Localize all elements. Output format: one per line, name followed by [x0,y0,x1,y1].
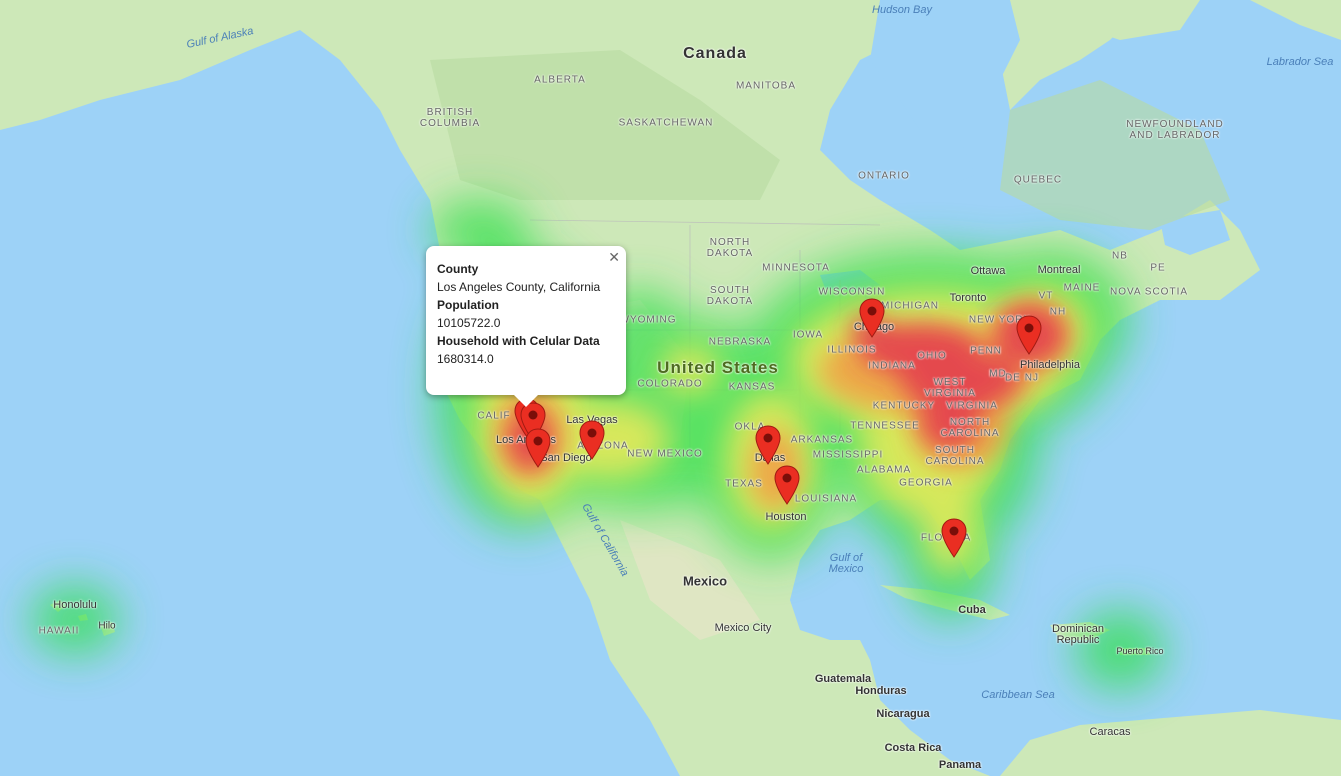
arkansas-label: ARKANSAS [790,434,854,446]
south-dakota-label: SOUTH DAKOTA [706,285,754,307]
cuba-label: Cuba [958,604,986,616]
houston-label: Houston [765,511,807,523]
hudson-bay-label: Hudson Bay [872,4,932,16]
info-window: ✕ County Los Angeles County, California … [426,246,626,407]
michigan-label: MICHIGAN [881,300,939,312]
map-marker-san-diego[interactable] [525,428,551,468]
mexico-label: Mexico [682,573,728,589]
pe-label: PE [1150,262,1166,274]
saskatchewan-label: SASKATCHEWAN [618,117,714,129]
map-marker-philadelphia[interactable] [1016,315,1042,355]
de-nj-label: DE NJ [1005,372,1039,384]
alabama-label: ALABAMA [856,464,912,476]
honolulu-label: Honolulu [53,599,97,611]
vt-label: VT [1038,290,1054,302]
ontario-label: ONTARIO [858,170,910,182]
north-carolina-label: NORTH CAROLINA [940,417,1000,439]
gulf-of-mexico-label: Gulf of Mexico [828,552,864,575]
mexico-city-label: Mexico City [714,622,772,634]
hawaii-label: HAWAII [38,625,80,637]
illinois-label: ILLINOIS [827,344,877,356]
nh-label: NH [1049,306,1067,318]
costa-rica-label: Costa Rica [884,742,942,754]
kentucky-label: KENTUCKY [872,400,936,412]
toronto-label: Toronto [949,292,987,304]
south-carolina-label: SOUTH CAROLINA [925,445,985,467]
panama-label: Panama [938,759,982,771]
map-marker-arizona[interactable] [579,420,605,460]
ohio-label: OHIO [917,350,947,362]
caracas-label: Caracas [1089,726,1131,738]
west-virginia-label: WEST VIRGINIA [924,377,976,399]
map-marker-chicago[interactable] [859,298,885,338]
tennessee-label: TENNESSEE [850,420,920,432]
colorado-label: COLORADO [637,378,703,390]
wyoming-label: WYOMING [619,314,677,326]
household-value: 1680314.0 [437,352,494,366]
virginia-label: VIRGINIA [946,400,998,412]
nb-label: NB [1112,250,1128,262]
honduras-label: Honduras [855,685,907,697]
wisconsin-label: WISCONSIN [818,286,886,298]
kansas-label: KANSAS [728,381,776,393]
caribbean-sea-label: Caribbean Sea [981,689,1055,701]
nebraska-label: NEBRASKA [708,336,772,348]
dominican-republic-label: Dominican Republic [1052,623,1104,646]
penn-label: PENN [970,345,1002,357]
texas-label: TEXAS [725,478,763,490]
new-mexico-label: NEW MEXICO [627,448,703,460]
indiana-label: INDIANA [868,360,916,372]
iowa-label: IOWA [792,329,824,341]
map-marker-dallas[interactable] [755,425,781,465]
guatemala-label: Guatemala [814,673,872,685]
nova-scotia-label: NOVA SCOTIA [1109,286,1189,298]
county-value: Los Angeles County, California [437,280,601,294]
population-label: Population [437,298,499,312]
ottawa-label: Ottawa [970,265,1006,277]
hilo-label: Hilo [98,620,116,632]
close-icon[interactable]: ✕ [608,250,620,264]
labrador-sea-label: Labrador Sea [1266,56,1334,68]
louisiana-label: LOUISIANA [794,493,858,505]
georgia-label: GEORGIA [899,477,953,489]
united-states-label: United States [657,358,779,377]
population-value: 10105722.0 [437,316,501,330]
quebec-label: QUEBEC [1013,174,1063,186]
alberta-label: ALBERTA [534,74,586,86]
newfoundland-label: NEWFOUNDLAND AND LABRADOR [1126,119,1224,141]
california-label: CALIF [477,410,511,422]
manitoba-label: MANITOBA [735,80,797,92]
household-label: Household with Celular Data [437,334,600,348]
map-marker-florida[interactable] [941,518,967,558]
philadelphia-label: Philadelphia [1020,359,1080,371]
county-label: County [437,262,479,276]
maine-label: MAINE [1063,282,1101,294]
puerto-rico-label: Puerto Rico [1116,646,1164,656]
canada-label: Canada [683,45,747,62]
mississippi-label: MISSISSIPPI [812,449,884,461]
north-dakota-label: NORTH DAKOTA [706,237,754,259]
map-marker-houston[interactable] [774,465,800,505]
montreal-label: Montreal [1037,264,1081,276]
british-columbia-label: BRITISH COLUMBIA [419,107,481,129]
nicaragua-label: Nicaragua [876,708,930,720]
minnesota-label: MINNESOTA [762,262,830,274]
